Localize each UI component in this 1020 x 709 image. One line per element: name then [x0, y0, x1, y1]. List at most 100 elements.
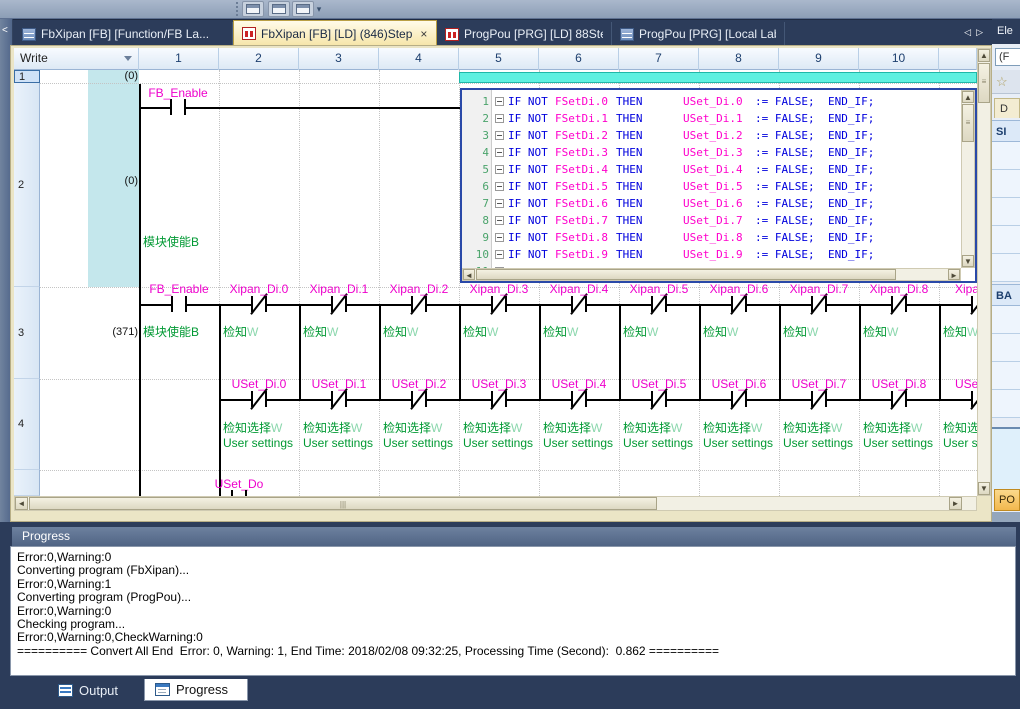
- collapse-minus-icon[interactable]: [495, 250, 504, 259]
- element-list-row[interactable]: [992, 254, 1020, 282]
- contact-fb-enable[interactable]: [170, 99, 172, 115]
- st-horizontal-scrollbar[interactable]: ◄►: [462, 268, 961, 281]
- scroll-left-icon[interactable]: ◄: [463, 269, 475, 280]
- ladder-editor-canvas[interactable]: 1234(0)(0)(371)FB_Enable模块使能BFB_Enable模块…: [14, 70, 977, 496]
- form-editor-icon[interactable]: [242, 1, 264, 17]
- collapse-left-icon[interactable]: <: [2, 25, 8, 36]
- ladder-horizontal-scrollbar[interactable]: ◄ ||| ►: [14, 496, 977, 511]
- contact-USet_Di.1[interactable]: [345, 391, 347, 407]
- tab-close-icon[interactable]: ×: [420, 27, 427, 41]
- user-key-icon[interactable]: [292, 1, 314, 17]
- contact-USet_Di.2[interactable]: [425, 391, 427, 407]
- scroll-up-icon[interactable]: ▲: [962, 91, 974, 103]
- contact-Xipan_Di.4[interactable]: [585, 296, 587, 312]
- scroll-left-icon[interactable]: ◄: [15, 497, 28, 510]
- contact-Xipan_Di.1[interactable]: [345, 296, 347, 312]
- scrollbar-thumb[interactable]: [476, 269, 896, 280]
- editor-tab[interactable]: ProgPou [PRG] [LD] 88Step: [437, 22, 612, 46]
- scrollbar-thumb[interactable]: |||: [29, 497, 657, 510]
- collapse-minus-icon[interactable]: [495, 216, 504, 225]
- contact-fb-enable[interactable]: [184, 99, 186, 115]
- comment-text: 检知选择: [463, 421, 511, 435]
- st-code-line[interactable]: 9IF NOT FSetDi.8THENUSet_Di.8:= FALSE;EN…: [462, 229, 957, 246]
- contact-USet_Di.6[interactable]: [745, 391, 747, 407]
- contact-Xipan_Di.3[interactable]: [505, 296, 507, 312]
- collapse-minus-icon[interactable]: [495, 114, 504, 123]
- element-list-row[interactable]: [992, 198, 1020, 226]
- scroll-right-icon[interactable]: ►: [949, 497, 962, 510]
- element-panel-tab-po[interactable]: PO: [994, 489, 1020, 511]
- contact-USet_Di.5[interactable]: [665, 391, 667, 407]
- collapse-minus-icon[interactable]: [495, 131, 504, 140]
- contact-USet_Di.7[interactable]: [825, 391, 827, 407]
- scroll-right-icon[interactable]: ►: [948, 269, 960, 280]
- contact-USet_Di.0[interactable]: [265, 391, 267, 407]
- contact-Xipan_Di.8[interactable]: [905, 296, 907, 312]
- element-list-row[interactable]: [992, 334, 1020, 362]
- collapse-minus-icon[interactable]: [495, 97, 504, 106]
- toolbar-overflow-button[interactable]: ▾: [312, 3, 326, 16]
- contact-fb-enable[interactable]: [171, 296, 173, 312]
- st-code-line[interactable]: 8IF NOT FSetDi.7THENUSet_Di.7:= FALSE;EN…: [462, 212, 957, 229]
- element-group-si[interactable]: SI: [992, 120, 1020, 142]
- scrollbar-thumb[interactable]: ≡: [978, 63, 990, 103]
- row-number-cell[interactable]: 4: [14, 379, 40, 470]
- contact-USet_Di.4[interactable]: [585, 391, 587, 407]
- contact-Xipan_Di.0[interactable]: [265, 296, 267, 312]
- element-list-row[interactable]: [992, 170, 1020, 198]
- contact-USet_Di.3[interactable]: [505, 391, 507, 407]
- scroll-down-icon[interactable]: ▼: [962, 255, 974, 267]
- contact-Xipan_Di.6[interactable]: [745, 296, 747, 312]
- element-list-row[interactable]: [992, 142, 1020, 170]
- scroll-down-icon[interactable]: ▼: [978, 482, 990, 495]
- ladder-vertical-scrollbar[interactable]: ▲ ≡ ▼: [977, 48, 991, 496]
- editor-tab[interactable]: ProgPou [PRG] [Local Label ...: [612, 22, 785, 46]
- st-code-line[interactable]: 4IF NOT FSetDi.3THENUSet_Di.3:= FALSE;EN…: [462, 144, 957, 161]
- element-filter-input[interactable]: (F: [995, 48, 1020, 66]
- tab-scroll-right-icon[interactable]: ▷: [976, 27, 988, 37]
- editor-tab[interactable]: FbXipan [FB] [LD] (846)Step×: [233, 20, 437, 46]
- st-code-line[interactable]: 7IF NOT FSetDi.6THENUSet_Di.6:= FALSE;EN…: [462, 195, 957, 212]
- element-list-row[interactable]: [992, 362, 1020, 390]
- contact-fb-enable[interactable]: [185, 296, 187, 312]
- favorites-star-icon[interactable]: ☆: [992, 70, 1020, 94]
- contact-Xipan_Di.7[interactable]: [825, 296, 827, 312]
- row-number-cell[interactable]: 3: [14, 287, 40, 379]
- st-code-line[interactable]: 1IF NOT FSetDi.0THENUSet_Di.0:= FALSE;EN…: [462, 93, 957, 110]
- collapse-minus-icon[interactable]: [495, 199, 504, 208]
- element-panel-tab-d[interactable]: D: [994, 98, 1020, 118]
- collapse-minus-icon[interactable]: [495, 182, 504, 191]
- st-code-line[interactable]: 6IF NOT FSetDi.5THENUSet_Di.5:= FALSE;EN…: [462, 178, 957, 195]
- st-code-line[interactable]: 3IF NOT FSetDi.2THENUSet_Di.2:= FALSE;EN…: [462, 127, 957, 144]
- collapse-minus-icon[interactable]: [495, 233, 504, 242]
- toolbar-drag-handle[interactable]: [236, 2, 239, 16]
- st-vertical-scrollbar[interactable]: ▲≡ ▼: [961, 90, 975, 268]
- progress-log[interactable]: Error:0,Warning:0Converting program (FbX…: [10, 546, 1016, 676]
- tab-scroll-arrows[interactable]: ◁▷: [964, 27, 988, 38]
- st-code-line[interactable]: 5IF NOT FSetDi.4THENUSet_Di.4:= FALSE;EN…: [462, 161, 957, 178]
- bottom-tab-output[interactable]: Output: [48, 679, 142, 701]
- collapse-minus-icon[interactable]: [495, 165, 504, 174]
- inline-st-box[interactable]: 1IF NOT FSetDi.0THENUSet_Di.0:= FALSE;EN…: [460, 88, 977, 283]
- element-group-ba[interactable]: BA: [992, 284, 1020, 306]
- element-list-row[interactable]: [992, 226, 1020, 254]
- contact-USet_Di.8[interactable]: [905, 391, 907, 407]
- row-number-cell[interactable]: 2: [14, 83, 40, 287]
- tab-scroll-left-icon[interactable]: ◁: [964, 27, 976, 37]
- element-list-row[interactable]: [992, 306, 1020, 334]
- st-code-line[interactable]: 10IF NOT FSetDi.9THENUSet_Di.9:= FALSE;E…: [462, 246, 957, 263]
- editor-tab[interactable]: FbXipan [FB] [Function/FB La...: [14, 22, 233, 46]
- contact-label: USe: [955, 377, 977, 391]
- element-list-row[interactable]: [992, 390, 1020, 418]
- contact-Xipan_Di.2[interactable]: [425, 296, 427, 312]
- bottom-tab-progress[interactable]: Progress: [144, 679, 248, 701]
- collapse-minus-icon[interactable]: [495, 148, 504, 157]
- row-number-cell[interactable]: [14, 470, 40, 496]
- scrollbar-thumb[interactable]: ≡: [962, 104, 974, 142]
- row-number-cell[interactable]: 1: [14, 70, 40, 83]
- window-icon[interactable]: [268, 1, 290, 17]
- contact-Xipan_Di.5[interactable]: [665, 296, 667, 312]
- st-code-line[interactable]: 2IF NOT FSetDi.1THENUSet_Di.1:= FALSE;EN…: [462, 110, 957, 127]
- edit-mode-dropdown[interactable]: Write: [14, 48, 139, 70]
- scroll-up-icon[interactable]: ▲: [978, 49, 990, 62]
